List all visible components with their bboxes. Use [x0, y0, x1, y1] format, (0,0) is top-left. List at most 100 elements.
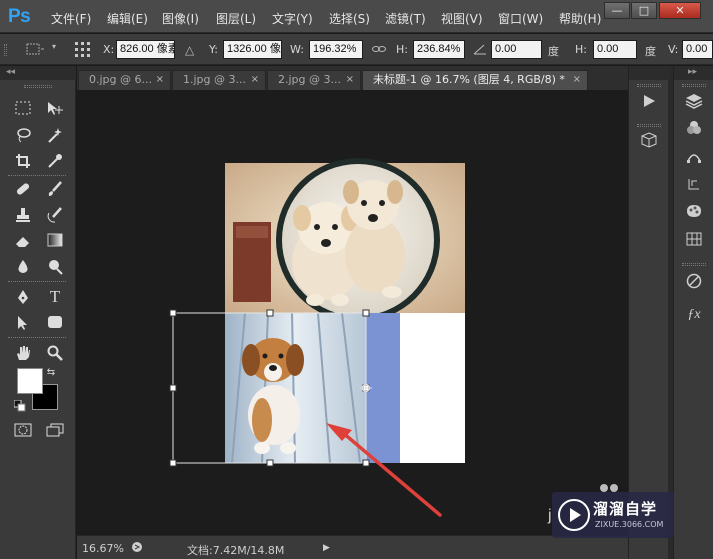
- share-icon[interactable]: [131, 541, 143, 556]
- maximize-button[interactable]: □: [631, 2, 657, 19]
- menu-bar: Ps 文件(F) 编辑(E) 图像(I) 图层(L) 文字(Y) 选择(S) 滤…: [0, 0, 713, 33]
- transform-handle[interactable]: [362, 309, 370, 317]
- minimize-button[interactable]: —: [604, 2, 630, 19]
- menu-type[interactable]: 文字(Y): [272, 10, 313, 27]
- blur-tool-icon[interactable]: [12, 257, 34, 277]
- tools-divider: [8, 337, 66, 338]
- hskew-field[interactable]: 0.00: [593, 40, 637, 59]
- transform-tool-icon[interactable]: [24, 42, 44, 59]
- menu-view[interactable]: 视图(V): [441, 10, 483, 27]
- menu-image[interactable]: 图像(I): [162, 10, 199, 27]
- close-button[interactable]: ✕: [659, 2, 701, 19]
- default-colors-icon[interactable]: [13, 398, 27, 412]
- lasso-tool-icon[interactable]: [12, 125, 34, 145]
- play-actions-icon[interactable]: [637, 93, 661, 115]
- 3d-panel-icon[interactable]: [637, 132, 661, 154]
- watermark-logo: 溜溜自学 ZIXUE.3066.COM: [552, 492, 674, 538]
- panel-grip[interactable]: [637, 84, 661, 87]
- canvas-area[interactable]: j: [77, 90, 628, 535]
- shape-tool-icon[interactable]: [44, 313, 66, 333]
- transform-handle[interactable]: [169, 384, 177, 392]
- menu-help[interactable]: 帮助(H): [559, 10, 601, 27]
- transform-handle[interactable]: [266, 309, 274, 317]
- tab-close-icon[interactable]: ×: [573, 71, 581, 89]
- gradient-tool-icon[interactable]: [44, 231, 66, 251]
- brush-tool-icon[interactable]: [44, 179, 66, 199]
- vskew-field[interactable]: 0.00: [682, 40, 713, 59]
- menu-file[interactable]: 文件(F): [51, 10, 91, 27]
- document-size: 文档:7.42M/14.8M: [187, 544, 285, 557]
- panel-grip[interactable]: [682, 263, 706, 266]
- menu-filter[interactable]: 滤镜(T): [385, 10, 426, 27]
- x-position-field[interactable]: 826.00 像素: [116, 40, 175, 59]
- tab-0-jpg[interactable]: 0.jpg @ 6... ×: [78, 70, 171, 90]
- transform-handle[interactable]: [362, 459, 370, 467]
- panel-grip[interactable]: [637, 124, 661, 127]
- fx-styles-icon[interactable]: ƒx: [682, 304, 706, 326]
- collapse-icon[interactable]: ◂◂: [6, 67, 15, 77]
- type-tool-icon[interactable]: T: [44, 287, 66, 307]
- delta-icon[interactable]: △: [185, 43, 194, 57]
- height-label: H:: [396, 43, 408, 56]
- paths-icon[interactable]: [682, 148, 706, 170]
- grid-swatches-icon[interactable]: [682, 231, 706, 253]
- move-tool-icon[interactable]: [44, 99, 66, 119]
- y-position-field[interactable]: 1326.00 像: [223, 40, 282, 59]
- swap-colors-icon[interactable]: ⇆: [44, 366, 58, 380]
- zoom-tool-icon[interactable]: [44, 343, 66, 363]
- crop-tool-icon[interactable]: [12, 151, 34, 171]
- watermark-title: 溜溜自学: [593, 500, 658, 518]
- tab-untitled-1[interactable]: 未标题-1 @ 16.7% (图层 4, RGB/8) * ×: [362, 70, 588, 90]
- history-icon[interactable]: [682, 176, 706, 198]
- width-scale-field[interactable]: 196.32%: [309, 40, 363, 59]
- marquee-tool-icon[interactable]: [12, 99, 34, 119]
- screen-mode-icon[interactable]: [44, 421, 66, 441]
- dropdown-arrow-icon[interactable]: ▾: [52, 42, 56, 51]
- reference-point-icon[interactable]: [73, 40, 93, 63]
- angle-icon: [473, 43, 487, 58]
- tab-label: 1.jpg @ 3...: [183, 73, 246, 86]
- path-selection-tool-icon[interactable]: [12, 313, 34, 333]
- photo-puppies-in-cup: [225, 158, 465, 322]
- adjustments-icon[interactable]: [682, 273, 706, 295]
- dodge-tool-icon[interactable]: [44, 257, 66, 277]
- transform-handle[interactable]: [169, 309, 177, 317]
- tab-1-jpg[interactable]: 1.jpg @ 3... ×: [172, 70, 266, 90]
- menu-layer[interactable]: 图层(L): [216, 10, 256, 27]
- menu-select[interactable]: 选择(S): [329, 10, 370, 27]
- history-brush-tool-icon[interactable]: [44, 205, 66, 225]
- tools-grip[interactable]: [24, 85, 52, 88]
- tab-close-icon[interactable]: ×: [346, 71, 354, 89]
- hand-tool-icon[interactable]: [12, 343, 34, 363]
- pen-tool-icon[interactable]: [12, 287, 34, 307]
- clone-stamp-tool-icon[interactable]: [12, 205, 34, 225]
- expand-panels-icon[interactable]: ▸▸: [688, 67, 697, 77]
- tools-divider: [8, 175, 66, 176]
- layers-icon[interactable]: [682, 93, 706, 115]
- quick-mask-icon[interactable]: [12, 421, 34, 441]
- channels-icon[interactable]: [682, 120, 706, 142]
- height-scale-field[interactable]: 236.84%: [413, 40, 465, 59]
- transform-handle[interactable]: [266, 459, 274, 467]
- foreground-color-swatch[interactable]: [17, 368, 43, 394]
- healing-brush-tool-icon[interactable]: [12, 179, 34, 199]
- eyedropper-tool-icon[interactable]: [44, 151, 66, 171]
- swatches-icon[interactable]: [682, 203, 706, 225]
- canvas-white-background: [400, 313, 465, 463]
- link-icon[interactable]: [372, 43, 386, 58]
- menu-window[interactable]: 窗口(W): [498, 10, 543, 27]
- status-menu-arrow-icon[interactable]: ▶: [323, 543, 330, 553]
- tab-2-jpg[interactable]: 2.jpg @ 3... ×: [267, 70, 361, 90]
- tab-close-icon[interactable]: ×: [156, 71, 164, 89]
- zoom-level[interactable]: 16.67%: [82, 542, 124, 555]
- transform-handle[interactable]: [169, 459, 177, 467]
- magic-wand-tool-icon[interactable]: [44, 125, 66, 145]
- photo-puppy-on-boards: [225, 312, 366, 464]
- eraser-tool-icon[interactable]: [12, 231, 34, 251]
- panel-grip[interactable]: [682, 84, 706, 87]
- document-canvas[interactable]: j: [77, 90, 628, 535]
- tab-close-icon[interactable]: ×: [251, 71, 259, 89]
- angle-field[interactable]: 0.00: [491, 40, 542, 59]
- options-grip[interactable]: [4, 44, 7, 56]
- menu-edit[interactable]: 编辑(E): [107, 10, 148, 27]
